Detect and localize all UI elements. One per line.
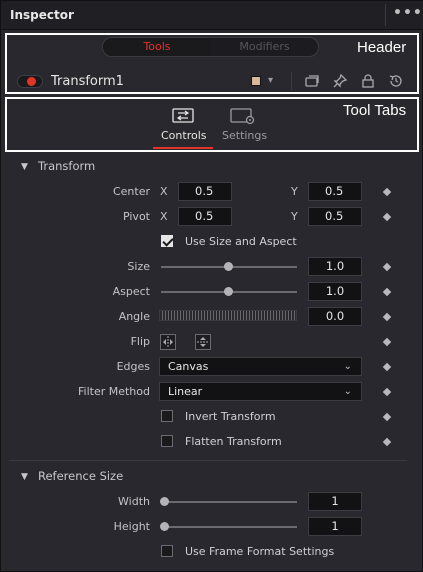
filter-method-label: Filter Method xyxy=(78,385,150,398)
pivot-label: Pivot xyxy=(122,210,150,223)
height-slider[interactable] xyxy=(161,526,297,528)
section-divider xyxy=(9,460,407,461)
angle-label: Angle xyxy=(118,310,150,323)
tab-controls[interactable]: Controls xyxy=(161,129,207,142)
angle-keyframe-button[interactable] xyxy=(382,312,392,322)
tab-modifiers[interactable]: Modifiers xyxy=(211,38,318,56)
title-divider xyxy=(385,4,386,26)
ellipsis-icon[interactable]: ••• xyxy=(393,6,422,24)
lock-icon[interactable] xyxy=(360,73,376,89)
aspect-label: Aspect xyxy=(112,285,150,298)
use-frame-format-label: Use Frame Format Settings xyxy=(185,545,335,558)
edges-value: Canvas xyxy=(168,360,209,373)
size-keyframe-button[interactable] xyxy=(382,262,392,272)
use-size-aspect-label: Use Size and Aspect xyxy=(185,235,297,248)
flip-vertical-button[interactable] xyxy=(195,334,211,350)
flip-vertical-icon xyxy=(197,337,209,347)
angle-field[interactable]: 0.0 xyxy=(308,307,362,326)
center-x-axis: X xyxy=(160,185,168,198)
title-bar: Inspector ••• xyxy=(1,1,423,30)
aspect-keyframe-button[interactable] xyxy=(382,287,392,297)
width-label: Width xyxy=(118,495,150,508)
width-field[interactable]: 1 xyxy=(308,492,362,511)
filter-method-keyframe-button[interactable] xyxy=(382,387,392,397)
toggle-knob xyxy=(27,77,36,86)
height-field[interactable]: 1 xyxy=(308,517,362,536)
invert-transform-keyframe-button[interactable] xyxy=(382,412,392,422)
flatten-transform-keyframe-button[interactable] xyxy=(382,437,392,447)
settings-icon[interactable] xyxy=(229,106,257,126)
header-divider xyxy=(291,72,292,90)
active-tab-indicator xyxy=(153,147,213,149)
size-slider-handle[interactable] xyxy=(224,262,233,271)
versions-icon[interactable] xyxy=(304,73,320,89)
pivot-x-axis: X xyxy=(160,210,168,223)
pivot-y-axis: Y xyxy=(291,210,298,223)
invert-transform-checkbox[interactable] xyxy=(161,410,173,422)
section-transform-title[interactable]: Transform xyxy=(38,159,95,173)
chevron-down-icon: ⌄ xyxy=(343,386,352,397)
flatten-transform-label: Flatten Transform xyxy=(185,435,282,448)
tool-tabs-annotation-label: Tool Tabs xyxy=(343,102,407,119)
use-frame-format-checkbox[interactable] xyxy=(161,545,173,557)
edges-label: Edges xyxy=(116,360,150,373)
header-annotation-label: Header xyxy=(357,39,407,56)
chevron-down-icon[interactable]: ▾ xyxy=(268,75,273,86)
tab-tools[interactable]: Tools xyxy=(103,38,211,56)
section-reference-size-title[interactable]: Reference Size xyxy=(38,469,123,483)
flip-horizontal-button[interactable] xyxy=(160,334,176,350)
center-y-field[interactable]: 0.5 xyxy=(308,182,362,201)
invert-transform-label: Invert Transform xyxy=(185,410,276,423)
filter-method-value: Linear xyxy=(168,385,203,398)
node-name: Transform1 xyxy=(51,74,124,89)
chevron-down-icon: ⌄ xyxy=(343,361,352,372)
size-label: Size xyxy=(127,260,150,273)
tools-modifiers-switch: Tools Modifiers xyxy=(102,37,319,57)
pivot-y-field[interactable]: 0.5 xyxy=(308,207,362,226)
filter-method-dropdown[interactable]: Linear ⌄ xyxy=(159,382,362,401)
center-x-field[interactable]: 0.5 xyxy=(178,182,232,201)
node-enable-toggle[interactable] xyxy=(17,75,43,88)
center-keyframe-button[interactable] xyxy=(382,187,392,197)
tab-settings[interactable]: Settings xyxy=(222,129,267,142)
controls-icon[interactable] xyxy=(170,106,196,126)
size-field[interactable]: 1.0 xyxy=(308,257,362,276)
height-slider-handle[interactable] xyxy=(160,522,169,531)
flip-keyframe-button[interactable] xyxy=(382,337,392,347)
pin-icon[interactable] xyxy=(332,73,348,89)
aspect-slider-handle[interactable] xyxy=(224,287,233,296)
node-color-swatch[interactable] xyxy=(251,76,261,86)
flatten-transform-checkbox[interactable] xyxy=(161,435,173,447)
flip-label: Flip xyxy=(130,335,150,348)
edges-keyframe-button[interactable] xyxy=(382,362,392,372)
use-size-aspect-checkbox[interactable] xyxy=(161,235,173,247)
angle-thumbwheel[interactable] xyxy=(159,310,297,321)
center-label: Center xyxy=(112,185,150,198)
pivot-x-field[interactable]: 0.5 xyxy=(178,207,232,226)
chevron-down-icon[interactable]: ▼ xyxy=(21,162,28,172)
inspector-panel: Inspector ••• Header Tools Modifiers Tra… xyxy=(0,0,423,572)
panel-title: Inspector xyxy=(10,8,74,22)
chevron-down-icon[interactable]: ▼ xyxy=(21,472,28,482)
pivot-keyframe-button[interactable] xyxy=(382,212,392,222)
height-label: Height xyxy=(113,520,150,533)
flip-horizontal-icon xyxy=(163,336,173,348)
width-slider-handle[interactable] xyxy=(160,497,169,506)
edges-dropdown[interactable]: Canvas ⌄ xyxy=(159,357,362,376)
reset-icon[interactable] xyxy=(388,73,404,89)
center-y-axis: Y xyxy=(291,185,298,198)
aspect-field[interactable]: 1.0 xyxy=(308,282,362,301)
width-slider[interactable] xyxy=(161,501,297,503)
